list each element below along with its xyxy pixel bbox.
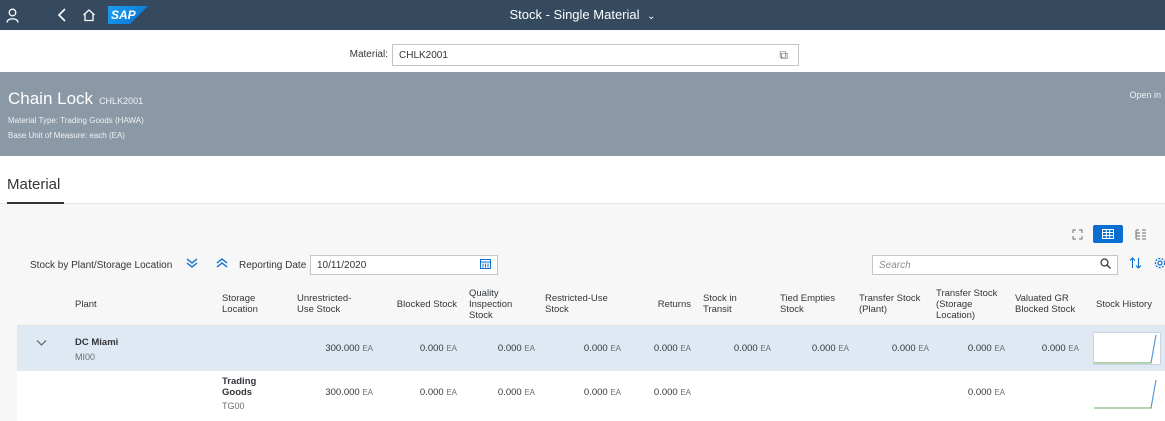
calendar-icon[interactable] <box>480 258 491 272</box>
material-value: CHLK2001 <box>399 50 448 61</box>
valuated-gr-value: 0.000 EA <box>1041 343 1079 354</box>
transfer-sloc-value: 0.000 EA <box>967 343 1005 354</box>
unrestricted-value: 300.000 EA <box>325 387 373 398</box>
group-label: Stock by Plant/Storage Location <box>30 260 173 271</box>
sort-icon[interactable] <box>1129 257 1142 272</box>
search-placeholder: Search <box>879 260 911 271</box>
col-valuated-gr[interactable]: Valuated GR Blocked Stock <box>1015 282 1087 326</box>
returns-value: 0.000 EA <box>653 343 691 354</box>
object-title: Chain Lock <box>8 89 94 108</box>
unrestricted-value: 300.000 EA <box>325 343 373 354</box>
search-input[interactable]: Search <box>872 255 1118 275</box>
col-transfer-sloc[interactable]: Transfer Stock (Storage Location) <box>936 282 1000 326</box>
blocked-value: 0.000 EA <box>419 387 457 398</box>
object-title-block: Chain Lock CHLK2001 <box>8 89 143 109</box>
restricted-value: 0.000 EA <box>583 387 621 398</box>
storage-location-name: Trading Goods <box>222 376 257 398</box>
plant-name: DC Miami <box>75 337 119 348</box>
reporting-date-label: Reporting Date <box>239 260 307 271</box>
material-input[interactable]: CHLK2001 ⧉ <box>392 44 799 66</box>
col-stock-history[interactable]: Stock History <box>1096 282 1160 326</box>
app-title-menu[interactable]: Stock - Single Material ⌄ <box>0 0 1165 30</box>
value-help-icon[interactable]: ⧉ <box>779 48 788 63</box>
quality-value: 0.000 EA <box>497 387 535 398</box>
open-in-link[interactable]: Open in <box>1129 90 1161 100</box>
search-icon[interactable] <box>1100 258 1111 272</box>
transfer-sloc-value: 0.000 EA <box>967 387 1005 398</box>
plant-code: MI00 <box>75 352 96 362</box>
stock-history-chart[interactable] <box>1093 377 1161 410</box>
settings-gear-icon[interactable] <box>1154 257 1165 272</box>
material-label: Material: <box>349 49 388 60</box>
tab-material[interactable]: Material <box>7 176 60 193</box>
restricted-value: 0.000 EA <box>583 343 621 354</box>
in-transit-value: 0.000 EA <box>733 343 771 354</box>
reporting-date-value: 10/11/2020 <box>317 260 367 271</box>
collapse-all-icon[interactable] <box>216 257 228 272</box>
collapse-row-icon[interactable] <box>36 338 47 350</box>
table-view-icon[interactable] <box>1093 225 1123 243</box>
base-unit-text: Base Unit of Measure: each (EA) <box>8 131 125 140</box>
app-title: Stock - Single Material <box>509 7 640 22</box>
stock-history-chart[interactable] <box>1093 332 1161 365</box>
tied-empties-value: 0.000 EA <box>811 343 849 354</box>
col-plant[interactable]: Plant <box>75 282 195 326</box>
chevron-down-icon: ⌄ <box>647 11 656 22</box>
reporting-date-input[interactable]: 10/11/2020 <box>310 255 498 275</box>
material-filter-bar: Material: CHLK2001 ⧉ <box>0 30 1165 72</box>
shell-bar: SAP Stock - Single Material ⌄ <box>0 0 1165 30</box>
col-unrestricted[interactable]: Unrestricted-Use Stock <box>297 282 357 326</box>
table-row[interactable]: Trading Goods TG00 300.000 EA 0.000 EA 0… <box>17 371 1165 421</box>
table-header: Plant Storage Location Unrestricted-Use … <box>17 282 1165 326</box>
col-transfer-plant[interactable]: Transfer Stock (Plant) <box>859 282 929 326</box>
col-storage-location[interactable]: Storage Location <box>222 282 282 326</box>
col-returns[interactable]: Returns <box>627 282 691 326</box>
transfer-plant-value: 0.000 EA <box>891 343 929 354</box>
col-restricted[interactable]: Restricted-Use Stock <box>545 282 627 326</box>
col-blocked[interactable]: Blocked Stock <box>367 282 457 326</box>
col-in-transit[interactable]: Stock in Transit <box>703 282 753 326</box>
section-tabs: Material <box>0 156 1165 204</box>
blocked-value: 0.000 EA <box>419 343 457 354</box>
stock-table: Plant Storage Location Unrestricted-Use … <box>17 282 1165 421</box>
hierarchy-view-icon[interactable] <box>1127 225 1155 243</box>
col-quality[interactable]: Quality Inspection Stock <box>469 282 531 326</box>
returns-value: 0.000 EA <box>653 387 691 398</box>
table-toolbar: Stock by Plant/Storage Location Reportin… <box>17 255 1165 277</box>
object-subtitle: CHLK2001 <box>99 96 144 106</box>
storage-location-code: TG00 <box>222 401 245 411</box>
table-row[interactable]: DC Miami MI00 300.000 EA 0.000 EA 0.000 … <box>17 326 1165 371</box>
object-header: Chain Lock CHLK2001 Material Type: Tradin… <box>0 72 1165 156</box>
material-type-text: Material Type: Trading Goods (HAWA) <box>8 116 144 125</box>
quality-value: 0.000 EA <box>497 343 535 354</box>
expand-all-icon[interactable] <box>186 257 198 272</box>
col-tied-empties[interactable]: Tied Empties Stock <box>780 282 842 326</box>
fullscreen-icon[interactable] <box>1066 225 1088 243</box>
